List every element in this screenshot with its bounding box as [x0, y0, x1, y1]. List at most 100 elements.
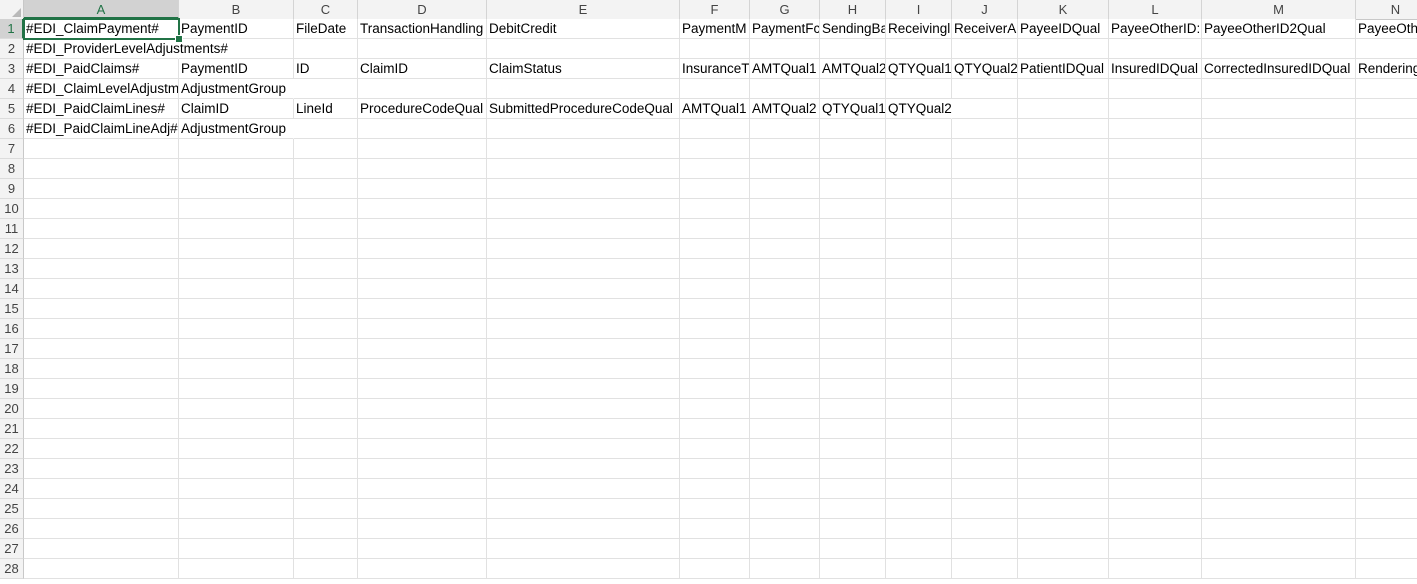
cell-n2[interactable]	[1356, 39, 1417, 59]
cell-h25[interactable]	[820, 499, 886, 519]
cell-f18[interactable]	[680, 359, 750, 379]
cell-c19[interactable]	[294, 379, 358, 399]
cell-n3[interactable]: Rendering	[1356, 59, 1417, 79]
row-header-26[interactable]: 26	[0, 519, 24, 539]
cell-g13[interactable]	[750, 259, 820, 279]
fill-handle[interactable]	[175, 35, 183, 43]
cell-k13[interactable]	[1018, 259, 1109, 279]
cell-n4[interactable]	[1356, 79, 1417, 99]
cell-n1[interactable]: PayeeOth	[1356, 19, 1417, 39]
cell-b9[interactable]	[179, 179, 294, 199]
cell-b14[interactable]	[179, 279, 294, 299]
cell-a17[interactable]	[24, 339, 179, 359]
cell-n18[interactable]	[1356, 359, 1417, 379]
cell-m14[interactable]	[1202, 279, 1356, 299]
cell-m26[interactable]	[1202, 519, 1356, 539]
row-header-16[interactable]: 16	[0, 319, 24, 339]
cell-f26[interactable]	[680, 519, 750, 539]
row-header-25[interactable]: 25	[0, 499, 24, 519]
cell-j10[interactable]	[952, 199, 1018, 219]
cell-l13[interactable]	[1109, 259, 1202, 279]
cell-b12[interactable]	[179, 239, 294, 259]
row-header-1[interactable]: 1	[0, 19, 24, 39]
cell-i6[interactable]	[886, 119, 952, 139]
cell-i24[interactable]	[886, 479, 952, 499]
cell-k27[interactable]	[1018, 539, 1109, 559]
cell-d5[interactable]: ProcedureCodeQual	[358, 99, 487, 119]
cell-k7[interactable]	[1018, 139, 1109, 159]
cell-i27[interactable]	[886, 539, 952, 559]
cell-f15[interactable]	[680, 299, 750, 319]
cell-j18[interactable]	[952, 359, 1018, 379]
cell-j8[interactable]	[952, 159, 1018, 179]
cell-k8[interactable]	[1018, 159, 1109, 179]
cell-d9[interactable]	[358, 179, 487, 199]
cell-k2[interactable]	[1018, 39, 1109, 59]
cell-c4[interactable]	[294, 79, 358, 99]
cell-d25[interactable]	[358, 499, 487, 519]
cell-g9[interactable]	[750, 179, 820, 199]
cell-c1[interactable]: FileDate	[294, 19, 358, 39]
cell-f2[interactable]	[680, 39, 750, 59]
row-header-9[interactable]: 9	[0, 179, 24, 199]
cell-k19[interactable]	[1018, 379, 1109, 399]
cell-h15[interactable]	[820, 299, 886, 319]
cell-i5[interactable]: QTYQual2	[886, 99, 952, 119]
cell-m22[interactable]	[1202, 439, 1356, 459]
cell-b22[interactable]	[179, 439, 294, 459]
cell-h1[interactable]: SendingBa	[820, 19, 886, 39]
cell-i4[interactable]	[886, 79, 952, 99]
cell-i25[interactable]	[886, 499, 952, 519]
cell-j9[interactable]	[952, 179, 1018, 199]
cell-g18[interactable]	[750, 359, 820, 379]
cell-f22[interactable]	[680, 439, 750, 459]
cell-j2[interactable]	[952, 39, 1018, 59]
cell-h20[interactable]	[820, 399, 886, 419]
cell-i20[interactable]	[886, 399, 952, 419]
cell-c3[interactable]: ID	[294, 59, 358, 79]
cell-n5[interactable]	[1356, 99, 1417, 119]
column-header-j[interactable]: J	[952, 0, 1018, 19]
cell-k3[interactable]: PatientIDQual	[1018, 59, 1109, 79]
cell-n16[interactable]	[1356, 319, 1417, 339]
cell-j22[interactable]	[952, 439, 1018, 459]
cell-g14[interactable]	[750, 279, 820, 299]
cell-m7[interactable]	[1202, 139, 1356, 159]
cell-h28[interactable]	[820, 559, 886, 579]
cell-m11[interactable]	[1202, 219, 1356, 239]
cell-k17[interactable]	[1018, 339, 1109, 359]
cell-k4[interactable]	[1018, 79, 1109, 99]
column-header-i[interactable]: I	[886, 0, 952, 19]
cell-a11[interactable]	[24, 219, 179, 239]
cell-i9[interactable]	[886, 179, 952, 199]
cell-n17[interactable]	[1356, 339, 1417, 359]
cell-g26[interactable]	[750, 519, 820, 539]
cell-c7[interactable]	[294, 139, 358, 159]
cell-e2[interactable]	[487, 39, 680, 59]
cell-j16[interactable]	[952, 319, 1018, 339]
cell-c13[interactable]	[294, 259, 358, 279]
row-header-19[interactable]: 19	[0, 379, 24, 399]
cell-e6[interactable]	[487, 119, 680, 139]
cell-e11[interactable]	[487, 219, 680, 239]
cell-b11[interactable]	[179, 219, 294, 239]
cell-j14[interactable]	[952, 279, 1018, 299]
cell-f1[interactable]: PaymentM	[680, 19, 750, 39]
cell-c6[interactable]	[294, 119, 358, 139]
cell-i19[interactable]	[886, 379, 952, 399]
cell-e5[interactable]: SubmittedProcedureCodeQual	[487, 99, 680, 119]
cell-l3[interactable]: InsuredIDQual	[1109, 59, 1202, 79]
cell-c5[interactable]: LineId	[294, 99, 358, 119]
cell-e17[interactable]	[487, 339, 680, 359]
cell-j25[interactable]	[952, 499, 1018, 519]
cell-e22[interactable]	[487, 439, 680, 459]
row-header-24[interactable]: 24	[0, 479, 24, 499]
cell-a24[interactable]	[24, 479, 179, 499]
cell-b25[interactable]	[179, 499, 294, 519]
cell-b1[interactable]: PaymentID	[179, 19, 294, 39]
cell-k28[interactable]	[1018, 559, 1109, 579]
cell-m18[interactable]	[1202, 359, 1356, 379]
cell-e1[interactable]: DebitCredit	[487, 19, 680, 39]
cell-c10[interactable]	[294, 199, 358, 219]
cell-a16[interactable]	[24, 319, 179, 339]
